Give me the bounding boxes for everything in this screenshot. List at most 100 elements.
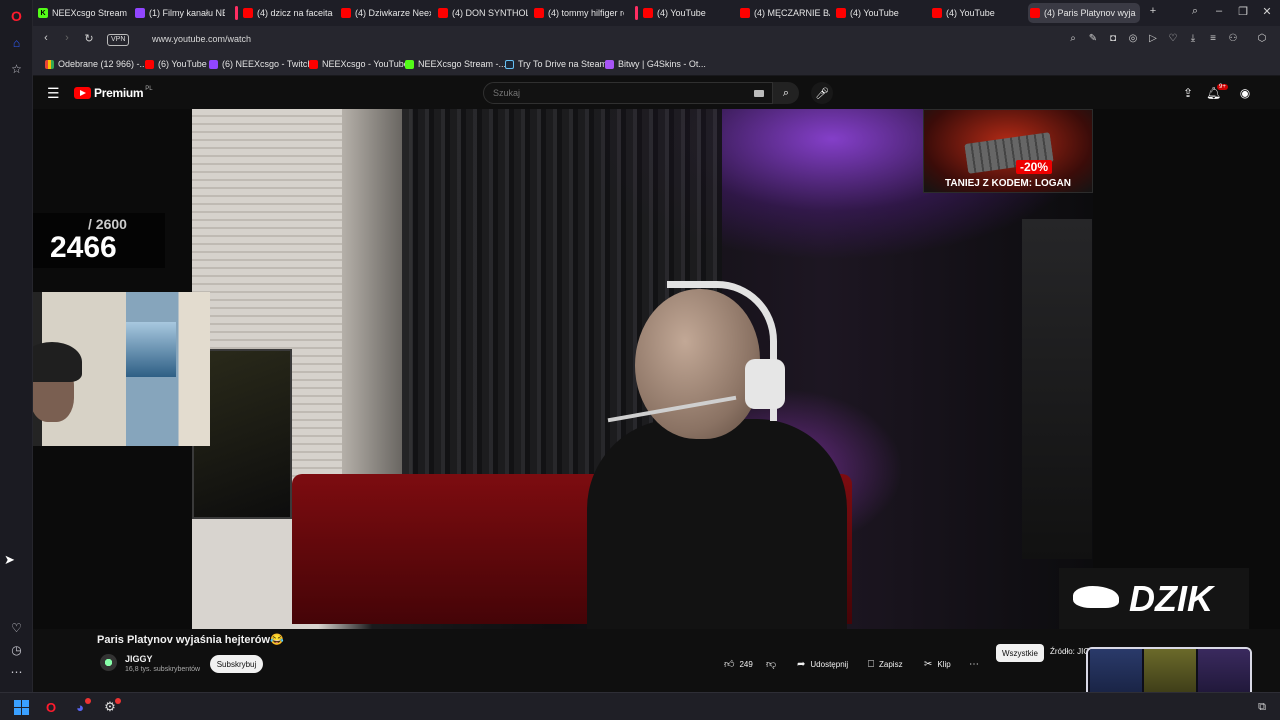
- tab-label: (4) dzicz na faceitach: [257, 8, 333, 18]
- chip-all[interactable]: Wszystkie: [996, 644, 1044, 662]
- pin-icon[interactable]: ☆: [7, 59, 26, 78]
- shelf: [1022, 219, 1092, 559]
- channel-name[interactable]: JIGGY: [125, 654, 153, 664]
- youtube-premium-logo[interactable]: Premium PL: [74, 86, 153, 100]
- search-input[interactable]: [493, 88, 733, 98]
- tab-meczarnie[interactable]: (4) MĘCZARNIE BARC: [738, 3, 830, 23]
- youtube-icon: [309, 59, 318, 69]
- new-tab-icon[interactable]: +: [1145, 5, 1161, 17]
- maximize-icon[interactable]: ❐: [1235, 5, 1251, 18]
- more-actions-button[interactable]: ⋯: [969, 655, 984, 673]
- heart-icon[interactable]: ♡: [1167, 33, 1179, 44]
- tab-label: (4) Paris Platynov wyja: [1044, 8, 1136, 18]
- tab-neex-twitch[interactable]: (1) Filmy kanału NEEX: [133, 3, 225, 23]
- tab-youtube-3[interactable]: (4) YouTube: [930, 3, 1022, 23]
- tab-dziwkarze[interactable]: (4) Dziwkarze Neexa: [339, 3, 431, 23]
- search-icon[interactable]: ⌕: [1067, 33, 1079, 44]
- upload-icon[interactable]: ⇪: [1181, 86, 1195, 100]
- keyboard-icon[interactable]: [754, 90, 764, 97]
- dislike-button[interactable]: 👎︎: [766, 655, 781, 673]
- video-player[interactable]: -20% TANIEJ Z KODEM: LOGAN / 2600 2466 D…: [33, 109, 1280, 629]
- history-icon[interactable]: ◷: [7, 640, 26, 659]
- minimize-icon[interactable]: –: [1211, 5, 1227, 17]
- bookmark-label: (6) NEEXcsgo - Twitch: [222, 59, 313, 69]
- back-icon[interactable]: ‹: [39, 32, 53, 44]
- tab-label: (4) YouTube: [946, 8, 995, 18]
- home-icon[interactable]: ⌂: [7, 33, 26, 52]
- subscribe-button[interactable]: Subskrybuj: [210, 655, 263, 673]
- clip-button[interactable]: ✂ Klip: [924, 655, 951, 673]
- search-tabs-icon[interactable]: ⌕: [1187, 5, 1203, 18]
- url-field[interactable]: www.youtube.com/watch: [152, 34, 251, 44]
- settings-icon[interactable]: ⚙: [101, 698, 121, 716]
- share-button[interactable]: ➦ Udostępnij: [797, 655, 848, 673]
- tab-group-marker: [235, 6, 238, 20]
- twitch-icon: [135, 8, 145, 18]
- chip-source[interactable]: Źródło: JIG: [1050, 647, 1090, 656]
- tab-bar: K NEEXcsgo Stream - W (1) Filmy kanału NE…: [33, 0, 1280, 26]
- discord-icon[interactable]: ◕: [71, 698, 91, 716]
- promo-code-text: TANIEJ Z KODEM: LOGAN: [945, 178, 1071, 189]
- like-button[interactable]: 👍︎ 249: [724, 655, 753, 673]
- bookmark-steam[interactable]: Try To Drive na Steam: [505, 59, 607, 69]
- account-avatar-icon[interactable]: ◉: [1238, 86, 1252, 100]
- reload-icon[interactable]: ↻: [82, 32, 96, 45]
- bookmark-gmail[interactable]: Odebrane (12 966) -...: [45, 59, 147, 69]
- streamer: [587, 281, 847, 629]
- twitch-icon: [209, 59, 218, 69]
- streamer-body: [587, 419, 847, 629]
- elo-max: / 2600: [88, 216, 127, 232]
- opera-logo-icon[interactable]: O: [7, 6, 26, 25]
- bookmark-neex-youtube[interactable]: NEEXcsgo - YouTube: [309, 59, 409, 69]
- kick-icon: K: [38, 8, 48, 18]
- tab-label: NEEXcsgo Stream - W: [52, 8, 128, 18]
- channel-avatar[interactable]: [100, 654, 117, 671]
- close-icon[interactable]: ✕: [1259, 5, 1275, 18]
- tab-youtube-1[interactable]: (4) YouTube: [641, 3, 733, 23]
- g4skins-icon: [605, 59, 614, 69]
- share-icon: ➦: [797, 658, 806, 670]
- vpn-badge[interactable]: VPN: [107, 34, 130, 46]
- tab-paris-platynov[interactable]: (4) Paris Platynov wyja: [1028, 3, 1140, 23]
- tab-label: (4) MĘCZARNIE BARC: [754, 8, 830, 18]
- player-icon[interactable]: ▷: [1147, 33, 1159, 44]
- edit-icon[interactable]: ✎: [1087, 33, 1099, 44]
- tab-label: (1) Filmy kanału NEEX: [149, 8, 225, 18]
- profile-icon[interactable]: ⚇: [1227, 33, 1239, 44]
- bookmark-label: NEEXcsgo Stream -...: [418, 59, 507, 69]
- hamburger-menu-icon[interactable]: ☰: [47, 85, 60, 102]
- window-view: [126, 322, 176, 377]
- tab-don-synthol[interactable]: (4) DON SYNTHOL: K: [436, 3, 528, 23]
- bookmark-youtube[interactable]: (6) YouTube: [145, 59, 207, 69]
- bookmark-twitch[interactable]: (6) NEEXcsgo - Twitch: [209, 59, 312, 69]
- windows-taskbar: O ◕ ⚙ ⧉: [0, 692, 1280, 720]
- save-button[interactable]: ⎕ Zapisz: [868, 655, 903, 673]
- tab-tommy[interactable]: (4) tommy hilfiger ren: [532, 3, 624, 23]
- opera-taskbar-icon[interactable]: O: [42, 698, 60, 716]
- tab-dzicz[interactable]: (4) dzicz na faceitach: [241, 3, 333, 23]
- elo-value: 2466: [50, 231, 117, 264]
- bookmark-label: Bitwy | G4Skins - Ot...: [618, 59, 706, 69]
- forward-icon[interactable]: ›: [60, 32, 74, 44]
- download-icon[interactable]: ⤓: [1187, 33, 1199, 44]
- bookmark-neex-kick[interactable]: NEEXcsgo Stream -...: [405, 59, 506, 69]
- tab-neex-kick[interactable]: K NEEXcsgo Stream - W: [36, 3, 128, 23]
- bookmark-g4skins[interactable]: Bitwy | G4Skins - Ot...: [605, 59, 706, 69]
- more-icon[interactable]: ⋯: [7, 662, 26, 681]
- video-frame[interactable]: -20% TANIEJ Z KODEM: LOGAN: [192, 109, 1093, 629]
- heart-icon[interactable]: ♡: [7, 618, 26, 637]
- save-label: Zapisz: [879, 659, 903, 669]
- search-button[interactable]: ⌕: [773, 82, 799, 104]
- extensions-icon[interactable]: ⬡: [1256, 33, 1268, 44]
- boar-icon: [1073, 586, 1119, 608]
- windows-start-icon[interactable]: [12, 698, 30, 716]
- menu-icon[interactable]: ≡: [1207, 33, 1219, 44]
- notification-center-icon[interactable]: ⧉: [1253, 698, 1271, 716]
- mic-icon[interactable]: 🎤︎: [811, 82, 833, 104]
- camera-icon[interactable]: ◘: [1107, 33, 1119, 44]
- shield-icon[interactable]: ◎: [1127, 33, 1139, 44]
- sponsor-ad-panel: -20% TANIEJ Z KODEM: LOGAN: [923, 109, 1093, 193]
- search-box: [483, 82, 773, 104]
- tab-youtube-2[interactable]: (4) YouTube: [834, 3, 926, 23]
- webcam-cap: [33, 342, 82, 382]
